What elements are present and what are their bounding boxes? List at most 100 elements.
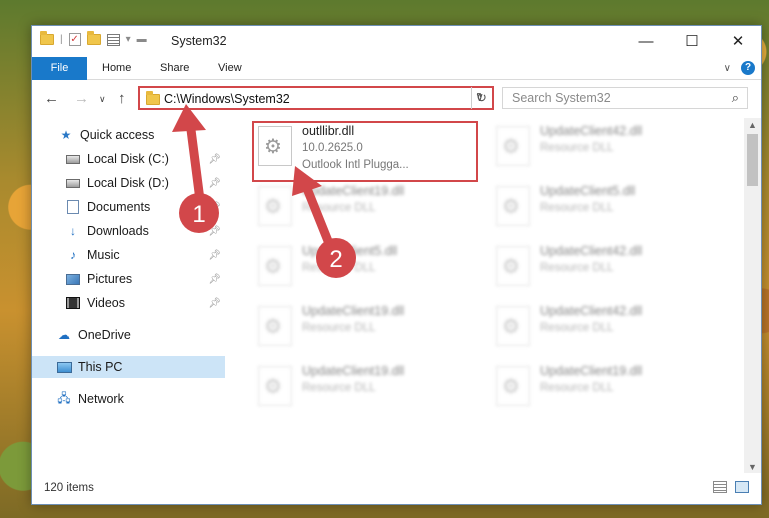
folder-icon: [40, 31, 54, 45]
sidebar-item-label: Local Disk (C:): [87, 152, 169, 166]
sidebar-item-label: Videos: [87, 296, 125, 310]
minimize-button[interactable]: —: [623, 26, 669, 56]
sidebar-item-documents[interactable]: Documents 📌︎: [32, 196, 225, 218]
qat-menu-icon[interactable]: ▬: [137, 34, 147, 45]
pin-icon[interactable]: 📌︎: [208, 154, 221, 165]
file-explorer-window: | ✓ ▾ ▬ System32 — ☐ ✕ File Home Share V…: [31, 25, 762, 505]
file-name: UpdateClient19.dll: [302, 364, 405, 378]
documents-icon: [65, 199, 81, 215]
status-bar: 120 items: [32, 473, 761, 504]
file-highlight-box: [252, 121, 478, 182]
file-name: UpdateClient5.dll: [540, 184, 636, 198]
recent-locations-chevron-icon[interactable]: ∨: [99, 94, 106, 105]
sidebar-item-this-pc[interactable]: This PC: [32, 356, 225, 378]
pin-icon[interactable]: 📌︎: [208, 202, 221, 213]
large-icons-view-icon[interactable]: [735, 481, 749, 493]
videos-icon: [65, 295, 81, 311]
sidebar-item-pictures[interactable]: Pictures 📌︎: [32, 268, 225, 290]
file-item[interactable]: ⚙ UpdateClient5.dll Resource DLL: [490, 180, 714, 236]
file-description: Resource DLL: [540, 322, 614, 334]
tab-home[interactable]: Home: [90, 57, 143, 80]
title-bar: | ✓ ▾ ▬ System32 — ☐ ✕: [32, 26, 761, 57]
sidebar-item-local-disk-d[interactable]: Local Disk (D:) 📌︎: [32, 172, 225, 194]
file-description: Resource DLL: [302, 322, 376, 334]
file-description: Resource DLL: [540, 142, 614, 154]
sidebar-item-onedrive[interactable]: ☁ OneDrive: [32, 324, 225, 346]
file-description: Resource DLL: [540, 382, 614, 394]
file-name: UpdateClient19.dll: [302, 184, 405, 198]
search-input[interactable]: Search System32 ⌕: [502, 87, 748, 109]
file-name: UpdateClient42.dll: [540, 304, 643, 318]
sidebar-item-local-disk-c[interactable]: Local Disk (C:) 📌︎: [32, 148, 225, 170]
address-text[interactable]: C:\Windows\System32: [164, 92, 290, 106]
file-description: Resource DLL: [540, 262, 614, 274]
pin-icon[interactable]: 📌︎: [208, 274, 221, 285]
tab-share[interactable]: Share: [148, 57, 201, 80]
file-name: UpdateClient19.dll: [302, 304, 405, 318]
customize-icon[interactable]: [106, 33, 120, 46]
pin-icon[interactable]: 📌︎: [208, 250, 221, 261]
ribbon-tabs: File Home Share View ∨ ?: [32, 57, 761, 80]
up-arrow-icon[interactable]: ↑: [118, 90, 126, 107]
dll-file-icon: ⚙: [258, 246, 292, 286]
file-item[interactable]: ⚙ UpdateClient5.dll Resource DLL: [252, 240, 476, 296]
pin-icon[interactable]: 📌︎: [208, 226, 221, 237]
sidebar-item-downloads[interactable]: ↓ Downloads 📌︎: [32, 220, 225, 242]
file-item[interactable]: ⚙ UpdateClient19.dll Resource DLL: [252, 180, 476, 236]
tab-view[interactable]: View: [206, 57, 254, 80]
sidebar-item-label: OneDrive: [78, 328, 131, 342]
address-row: ← → ∨ ↑ C:\Windows\System32 ∨ ↻ Search S…: [32, 81, 761, 117]
quick-access-toolbar: | ✓ ▾ ▬: [40, 31, 147, 46]
scrollbar-thumb[interactable]: [747, 134, 758, 186]
sidebar-item-label: This PC: [78, 360, 123, 374]
file-item[interactable]: ⚙ UpdateClient19.dll Resource DLL: [490, 360, 714, 416]
file-description: Resource DLL: [302, 262, 376, 274]
sidebar-item-network[interactable]: 🖧︎ Network: [32, 388, 225, 410]
disk-icon: [65, 175, 81, 191]
close-button[interactable]: ✕: [715, 26, 761, 56]
chevron-down-icon[interactable]: ∨: [724, 63, 731, 74]
forward-arrow-icon[interactable]: →: [74, 90, 89, 107]
vertical-scrollbar[interactable]: ▲ ▼: [744, 118, 761, 474]
network-icon: 🖧︎: [57, 390, 71, 405]
file-name: UpdateClient5.dll: [302, 244, 398, 258]
help-icon[interactable]: ?: [741, 61, 755, 75]
scroll-down-icon[interactable]: ▼: [748, 462, 757, 472]
file-name: UpdateClient42.dll: [540, 124, 643, 138]
downloads-icon: ↓: [70, 224, 76, 238]
sidebar-item-quick-access[interactable]: ★ Quick access: [32, 124, 225, 146]
pictures-icon: [65, 271, 81, 287]
file-item[interactable]: ⚙ UpdateClient42.dll Resource DLL: [490, 300, 714, 356]
file-item[interactable]: ⚙ UpdateClient42.dll Resource DLL: [490, 240, 714, 296]
sidebar-item-music[interactable]: ♪ Music 📌︎: [32, 244, 225, 266]
cloud-icon: ☁: [58, 328, 70, 342]
sidebar-item-videos[interactable]: Videos 📌︎: [32, 292, 225, 314]
sidebar-item-label: Network: [78, 392, 124, 406]
dll-file-icon: ⚙: [496, 246, 530, 286]
search-placeholder: Search System32: [512, 91, 611, 105]
qat-dropdown-icon[interactable]: ▾: [126, 34, 131, 45]
file-item[interactable]: ⚙ UpdateClient19.dll Resource DLL: [252, 300, 476, 356]
maximize-button[interactable]: ☐: [669, 26, 715, 56]
properties-check-icon[interactable]: ✓: [68, 33, 81, 46]
music-icon: ♪: [70, 248, 76, 262]
dll-file-icon: ⚙: [496, 306, 530, 346]
back-arrow-icon[interactable]: ←: [44, 90, 59, 107]
sidebar-item-label: Downloads: [87, 224, 149, 238]
pin-icon[interactable]: 📌︎: [208, 298, 221, 309]
details-view-icon[interactable]: [713, 481, 727, 493]
file-item[interactable]: ⚙ UpdateClient19.dll Resource DLL: [252, 360, 476, 416]
file-item[interactable]: ⚙ UpdateClient42.dll Resource DLL: [490, 120, 714, 176]
new-folder-icon[interactable]: [86, 31, 101, 45]
refresh-icon[interactable]: ↻: [471, 87, 491, 109]
tab-file[interactable]: File: [32, 57, 87, 80]
file-description: Resource DLL: [540, 202, 614, 214]
address-bar[interactable]: C:\Windows\System32 ∨: [138, 86, 494, 110]
star-icon: ★: [60, 128, 72, 142]
file-description: Resource DLL: [302, 382, 376, 394]
pin-icon[interactable]: 📌︎: [208, 178, 221, 189]
scroll-up-icon[interactable]: ▲: [748, 120, 757, 130]
search-icon[interactable]: ⌕: [732, 90, 739, 106]
computer-icon: [56, 359, 72, 375]
sidebar-item-label: Pictures: [87, 272, 133, 286]
